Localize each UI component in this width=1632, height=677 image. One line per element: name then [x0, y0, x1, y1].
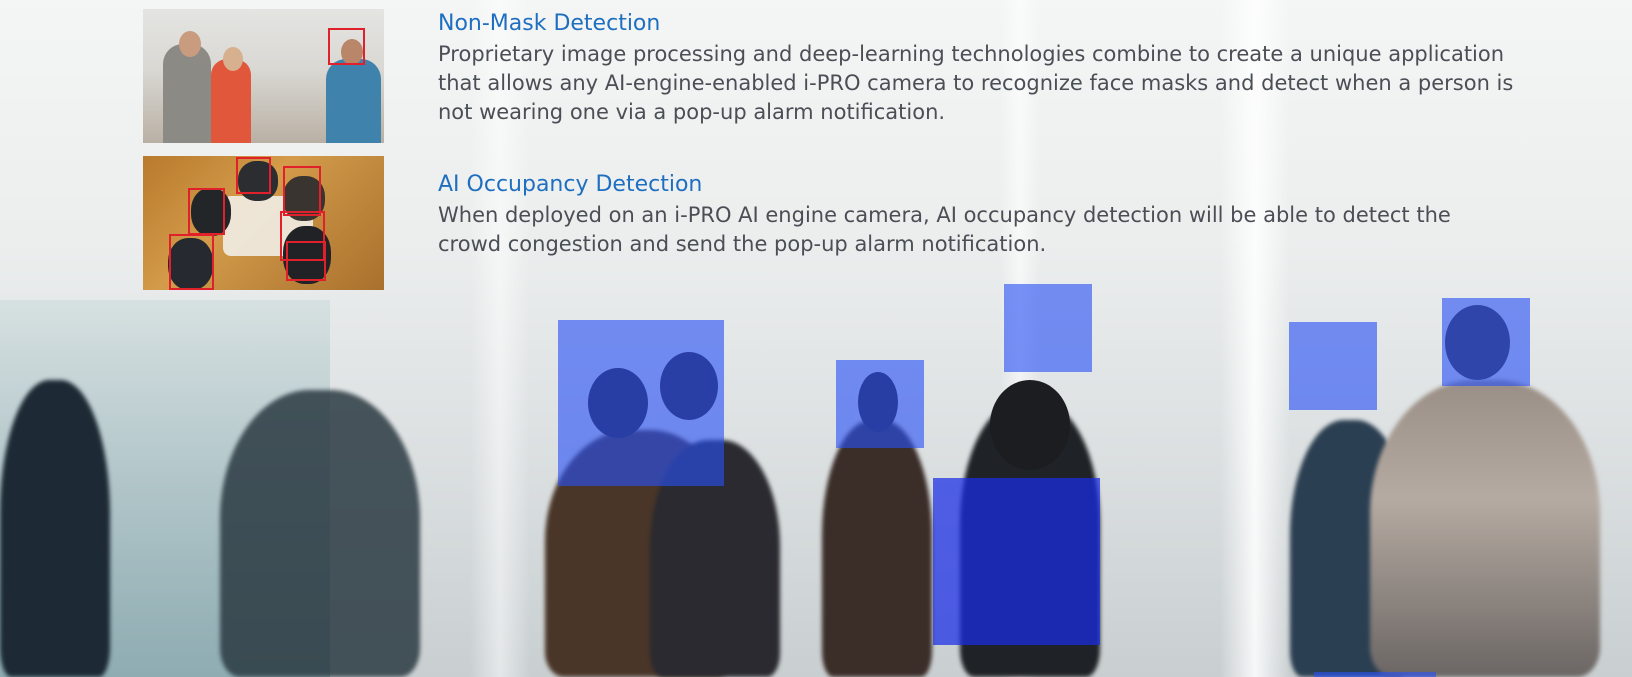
occupancy-detection-box — [1004, 284, 1092, 372]
thumbnail-occupancy-detection — [143, 156, 384, 290]
section-title: Non-Mask Detection — [438, 11, 661, 36]
person-detection-box — [283, 166, 321, 216]
occupancy-detection-box — [558, 320, 724, 486]
person-face — [179, 31, 201, 57]
section-description: Proprietary image processing and deep-le… — [438, 42, 1514, 124]
person-silhouette — [0, 380, 110, 677]
person-figure — [326, 59, 381, 143]
person-face — [223, 47, 243, 71]
occupancy-detection-box — [1442, 298, 1530, 386]
person-figure — [211, 59, 251, 143]
occupancy-detection-box — [1289, 322, 1377, 410]
person-detection-box — [286, 241, 326, 281]
occupancy-detection-box — [933, 478, 1100, 645]
section-ai-occupancy-detection: AI Occupancy Detection When deployed on … — [438, 171, 1518, 259]
person-detection-box — [236, 157, 271, 194]
person-head — [990, 380, 1070, 470]
person-silhouette — [220, 390, 420, 677]
section-title: AI Occupancy Detection — [438, 172, 703, 197]
occupancy-detection-box — [836, 360, 924, 448]
section-non-mask-detection: Non-Mask Detection Proprietary image pro… — [438, 10, 1518, 127]
person-detection-box — [188, 188, 225, 235]
person-figure — [163, 44, 211, 143]
no-mask-detection-box — [328, 28, 365, 65]
person-detection-box — [169, 234, 214, 290]
section-description: When deployed on an i-PRO AI engine came… — [438, 203, 1451, 256]
occupancy-detection-box — [1314, 672, 1436, 677]
thumbnail-mask-detection — [143, 9, 384, 143]
person-silhouette — [1370, 380, 1600, 677]
person-silhouette — [822, 420, 932, 677]
